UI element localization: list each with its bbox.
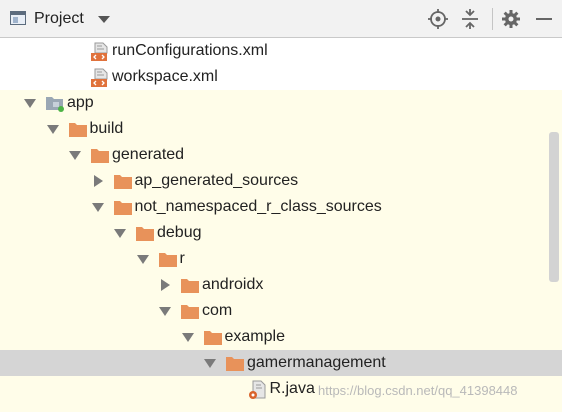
tree-item-label: example [224,328,285,345]
tree-row[interactable]: gamermanagement [0,350,562,376]
folder-icon [135,224,155,242]
module-folder-icon [45,94,65,112]
folder-icon [225,354,245,372]
watermark-text: https://blog.csdn.net/qq_41398448 [318,383,518,398]
project-tree[interactable]: runConfigurations.xml workspace.xml app bui… [0,38,562,412]
xml-file-icon [90,42,110,61]
tree-row[interactable]: r [0,246,562,272]
tree-item-label: gamermanagement [247,354,386,371]
tree-row[interactable]: runConfigurations.xml [0,38,562,64]
xml-file-icon [90,68,110,87]
chevron-down-icon[interactable] [181,332,194,342]
folder-icon [203,328,223,346]
chevron-right-icon[interactable] [92,175,104,187]
java-file-icon [248,380,268,399]
folder-icon [90,146,110,164]
chevron-down-icon[interactable] [114,228,126,238]
chevron-down-icon[interactable] [46,124,59,134]
minimize-icon [536,18,552,20]
tree-row[interactable]: generated [0,142,562,168]
tree-row[interactable]: not_namespaced_r_class_sources [0,194,562,220]
tree-row[interactable]: example [0,324,562,350]
tree-row[interactable]: com [0,298,562,324]
locate-icon [428,9,448,29]
chevron-down-icon[interactable] [204,358,216,368]
chevron-down-icon[interactable] [24,98,36,108]
tree-item-label: build [89,120,124,137]
folder-icon [68,120,88,138]
tree-item-label: ap_generated_sources [134,172,299,189]
tree-item-label: com [202,302,233,319]
folder-icon [180,276,200,294]
tree-row[interactable]: app [0,90,562,116]
tree-row-partial[interactable] [0,402,562,412]
folder-icon [180,302,200,320]
tree-item-label: R.java [269,380,315,397]
chevron-down-icon[interactable] [98,16,110,23]
folder-icon [113,172,133,190]
folder-icon [113,198,133,216]
tree-item-label: r [179,250,185,267]
tree-row[interactable]: ap_generated_sources [0,168,562,194]
project-tool-window: Project runConfigurations.xml workspace.… [0,0,562,412]
collapse-all-button[interactable] [458,7,482,31]
tree-row[interactable]: androidx [0,272,562,298]
chevron-down-icon[interactable] [136,254,149,264]
tree-item-label: workspace.xml [112,68,218,85]
collapse-all-icon [462,9,478,29]
chevron-right-icon[interactable] [159,279,171,291]
minimize-button[interactable] [532,7,556,31]
chevron-down-icon[interactable] [159,306,171,316]
tree-item-label: not_namespaced_r_class_sources [134,198,382,215]
header-separator [492,8,493,30]
gear-icon [502,10,520,28]
project-view-icon [10,11,26,25]
tree-row[interactable]: workspace.xml [0,64,562,90]
settings-button[interactable] [499,7,523,31]
tree-item-label: androidx [202,276,264,293]
chevron-down-icon[interactable] [69,150,81,160]
tree-item-label: debug [157,224,202,241]
folder-icon [158,250,178,268]
locate-button[interactable] [426,7,450,31]
tree-row[interactable]: build [0,116,562,142]
vertical-scrollbar-thumb[interactable] [549,132,559,282]
tool-window-header: Project [0,0,562,38]
tree-row[interactable]: debug [0,220,562,246]
tree-item-label: runConfigurations.xml [112,42,268,59]
tree-item-label: app [67,94,94,111]
project-view-selector[interactable]: Project [34,9,84,29]
chevron-down-icon[interactable] [91,202,104,212]
tree-item-label: generated [112,146,185,163]
